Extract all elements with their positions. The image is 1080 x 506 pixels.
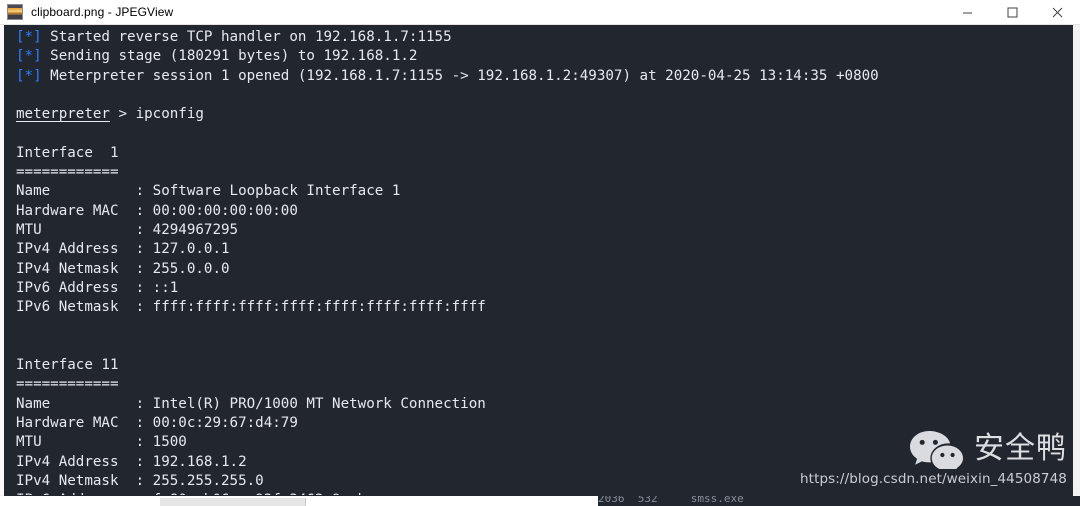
wechat-icon	[910, 431, 963, 469]
close-icon[interactable]	[1035, 0, 1080, 24]
title-bar: clipboard.png - JPEGView	[0, 0, 1080, 25]
image-thumbnail-icon	[7, 4, 23, 20]
image-viewport: [*] Started reverse TCP handler on 192.1…	[0, 25, 1080, 506]
terminal-output: [*] Started reverse TCP handler on 192.1…	[16, 29, 879, 495]
background-window-strip: 2036 532 smss.exe	[0, 496, 1080, 506]
background-taskbar-item	[160, 498, 306, 506]
background-terminal-sliver: 2036 532 smss.exe	[598, 496, 1080, 506]
jpegview-window: clipboard.png - JPEGView [*] Started rev…	[0, 0, 1080, 506]
minimize-icon[interactable]	[945, 0, 990, 24]
watermark-brand: 安全鸭	[974, 431, 1067, 466]
terminal-screenshot: [*] Started reverse TCP handler on 192.1…	[4, 25, 1073, 495]
window-title: clipboard.png - JPEGView	[31, 5, 174, 19]
viewport-right-margin	[1073, 25, 1080, 495]
window-controls	[945, 0, 1080, 24]
maximize-icon[interactable]	[990, 0, 1035, 24]
background-terminal-text: 2036 532 smss.exe	[598, 496, 744, 505]
